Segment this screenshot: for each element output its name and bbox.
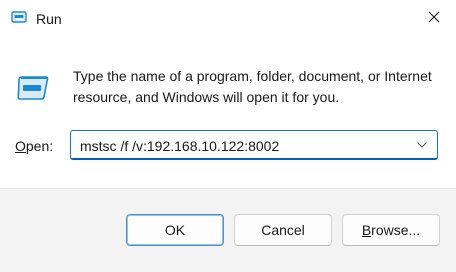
open-label: Open: [15,137,53,155]
browse-accesskey: B [361,222,372,238]
run-dialog: Run Type the name of a program, folder, … [0,0,456,272]
dialog-footer: OK Cancel Browse... [0,188,456,272]
window-title: Run [36,11,62,27]
cancel-button[interactable]: Cancel [234,214,332,246]
dialog-content: Type the name of a program, folder, docu… [0,38,456,188]
run-dialog-icon [11,11,27,24]
open-combobox[interactable]: mstsc /f /v:192.168.10.122:8002 [70,130,438,160]
dialog-description: Type the name of a program, folder, docu… [73,68,432,105]
run-dialog-icon [16,74,50,102]
close-button[interactable] [412,0,456,38]
open-label-accesskey: O [15,138,26,154]
dropdown-button[interactable] [411,134,433,156]
browse-label: rowse... [371,222,421,238]
ok-button[interactable]: OK [126,214,224,246]
open-input[interactable]: mstsc /f /v:192.168.10.122:8002 [80,137,279,155]
title-bar[interactable]: Run [0,0,456,38]
browse-button[interactable]: Browse... [342,214,440,246]
close-icon [428,10,440,28]
open-label-text: pen: [25,138,54,154]
chevron-down-icon [416,136,428,154]
